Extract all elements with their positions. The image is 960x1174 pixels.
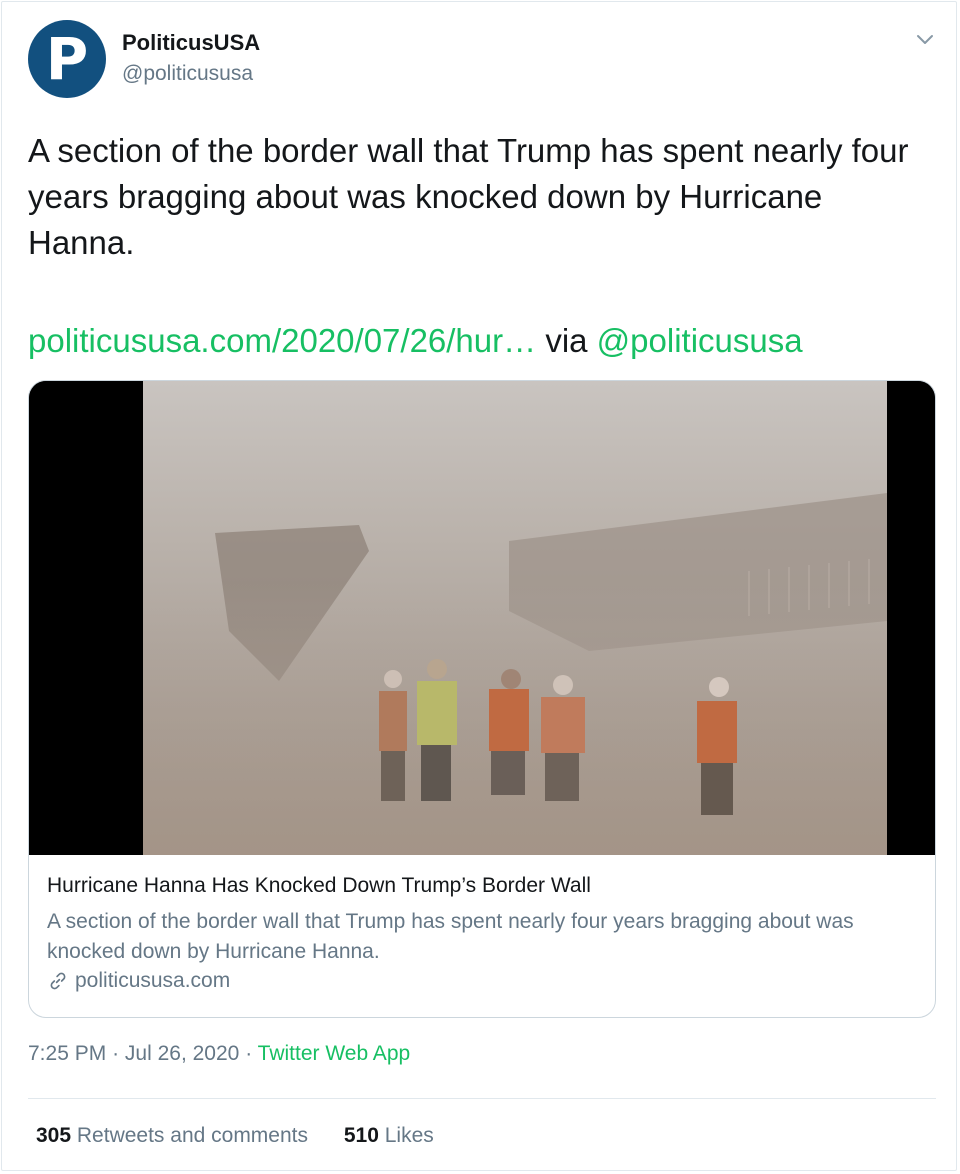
link-icon — [50, 972, 66, 990]
author-display-name[interactable]: PoliticusUSA — [122, 30, 260, 56]
tweet-link[interactable]: politicususa.com/2020/07/26/hur… — [28, 322, 536, 359]
card-description: A section of the border wall that Trump … — [47, 910, 854, 963]
divider — [28, 1098, 936, 1099]
via-label: via — [545, 322, 588, 359]
tweet-link-line: politicususa.com/2020/07/26/hur… via @po… — [28, 318, 948, 364]
tweet-source-link[interactable]: Twitter Web App — [258, 1042, 411, 1065]
likes-label: Likes — [384, 1124, 434, 1147]
tweet-stats: 305 Retweets and comments 510 Likes — [36, 1124, 464, 1148]
card-video-thumbnail[interactable] — [29, 381, 935, 855]
chevron-down-icon[interactable] — [912, 30, 938, 50]
meta-separator: · — [245, 1042, 253, 1065]
link-card[interactable]: Hurricane Hanna Has Knocked Down Trump’s… — [28, 380, 936, 1018]
avatar[interactable]: P — [28, 20, 106, 98]
retweets-stat[interactable]: 305 Retweets and comments — [36, 1124, 308, 1147]
retweets-label: Retweets and comments — [76, 1124, 308, 1147]
likes-stat[interactable]: 510 Likes — [344, 1124, 434, 1147]
via-mention-link[interactable]: @politicususa — [597, 322, 803, 359]
card-domain-text: politicususa.com — [75, 969, 231, 992]
author-handle[interactable]: @politicususa — [122, 62, 253, 86]
likes-count: 510 — [343, 1124, 379, 1147]
tweet-meta: 7:25 PM · Jul 26, 2020 · Twitter Web App — [28, 1042, 410, 1066]
meta-separator: · — [112, 1042, 120, 1065]
tweet-time[interactable]: 7:25 PM — [28, 1042, 106, 1065]
retweets-count: 305 — [36, 1124, 72, 1147]
card-domain: politicususa.com — [47, 969, 230, 993]
tweet-container: P PoliticusUSA @politicususa A section o… — [1, 1, 957, 1171]
tweet-text: A section of the border wall that Trump … — [28, 132, 909, 261]
avatar-logo: P — [45, 25, 89, 93]
card-title: Hurricane Hanna Has Knocked Down Trump’s… — [47, 874, 591, 897]
tweet-date[interactable]: Jul 26, 2020 — [125, 1042, 239, 1065]
